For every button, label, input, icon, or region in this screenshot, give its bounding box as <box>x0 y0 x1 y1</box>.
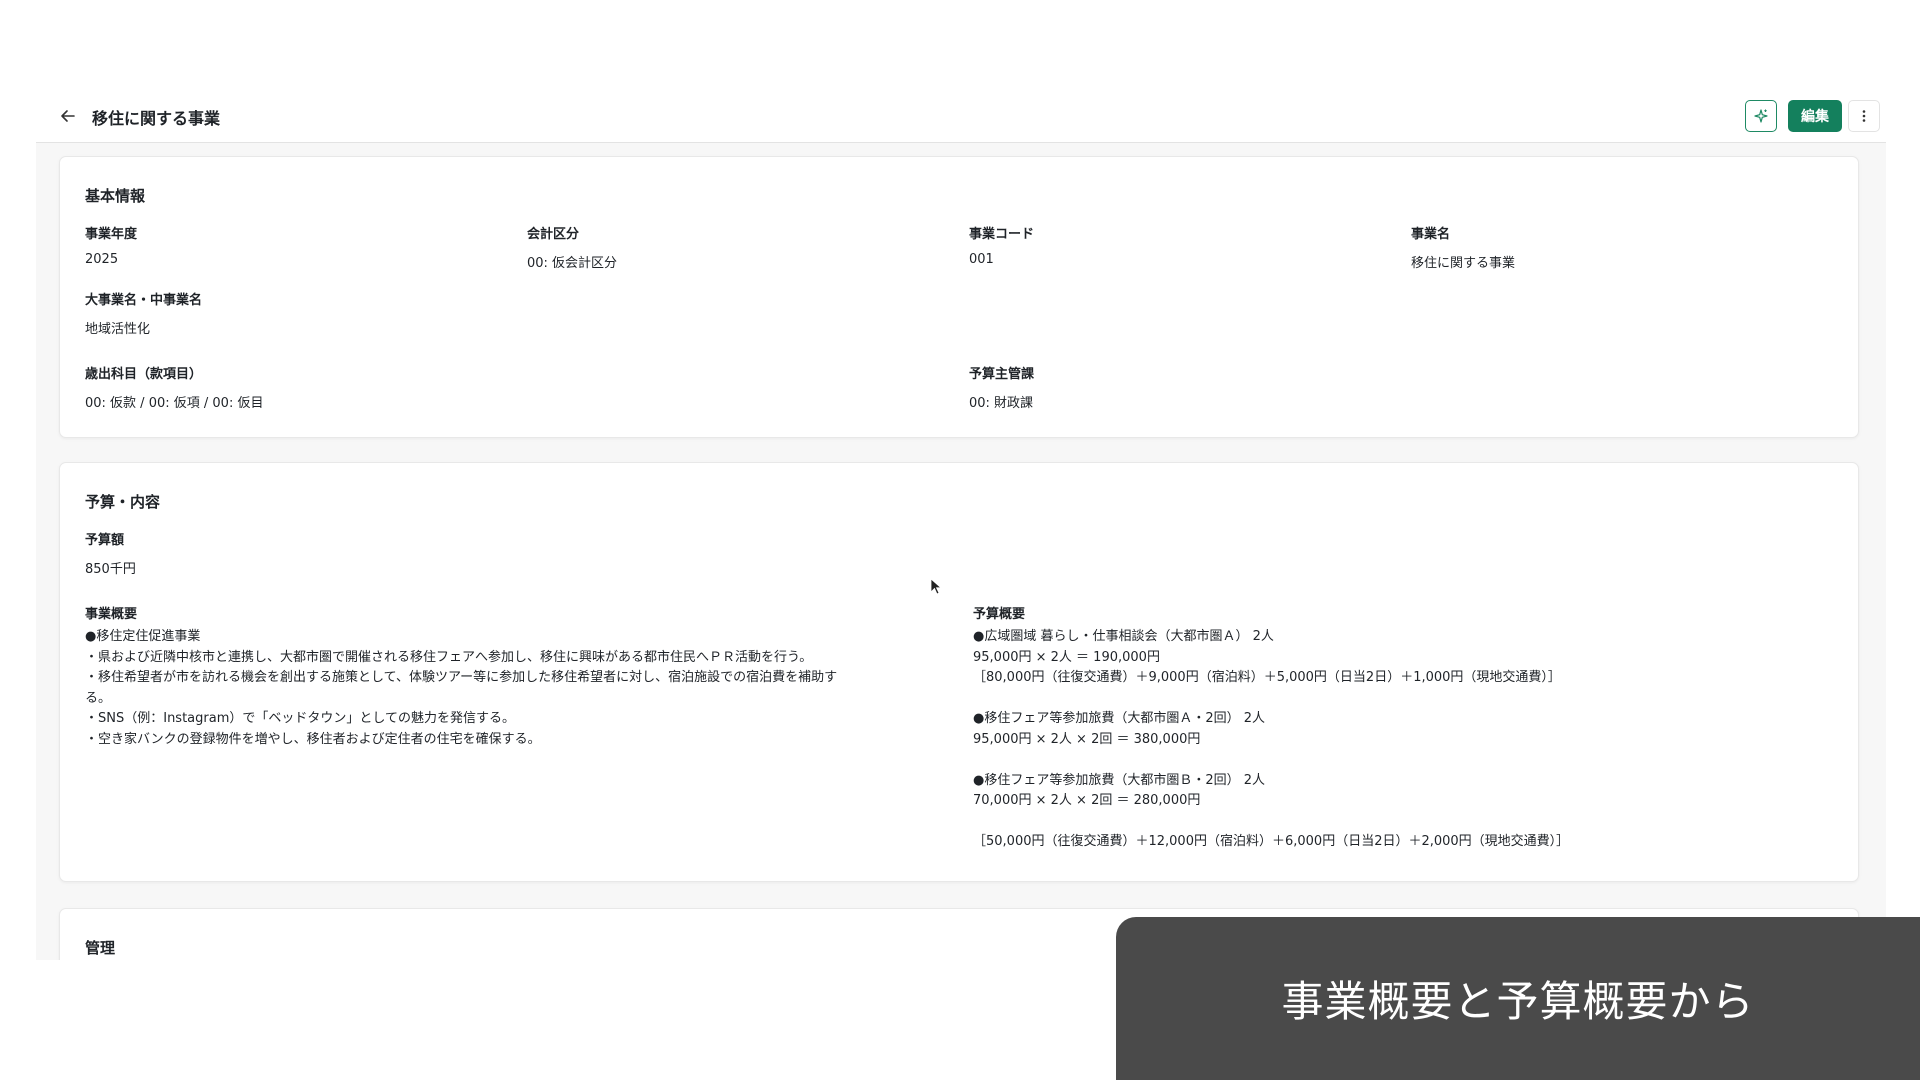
budget-summary-text: ●広域圏域 暮らし・仕事相談会（大都市圏Ａ） 2人 95,000円 × 2人 ＝… <box>973 627 1569 853</box>
expenditure-value: 00: 仮款 / 00: 仮項 / 00: 仮目 <box>85 396 264 411</box>
summary-line: ［50,000円（往復交通費）＋12,000円（宿泊料）＋6,000円（日当2日… <box>973 834 1570 849</box>
caption-overlay: 事業概要と予算概要から <box>1116 917 1920 1080</box>
overview-label: 事業概要 <box>85 607 138 622</box>
header-bar: 移住に関する事業 編集 <box>36 90 1886 143</box>
budget-summary-label: 予算概要 <box>973 607 1026 622</box>
overview-line: る。 <box>85 690 112 706</box>
accounting-label: 会計区分 <box>527 227 580 242</box>
fiscal-year-label: 事業年度 <box>85 227 138 242</box>
section-title: 管理 <box>85 939 116 957</box>
page-title: 移住に関する事業 <box>92 109 221 128</box>
summary-line: ●移住フェア等参加旅費（大都市圏Ｂ・2回） 2人 <box>973 772 1266 788</box>
budget-dept-value: 00: 財政課 <box>969 396 1034 411</box>
budget-content-card: 予算・内容 予算額 850千円 事業概要 ●移住定住促進事業 ・県および近隣中核… <box>59 462 1859 882</box>
project-code-value: 001 <box>969 252 994 267</box>
section-title: 基本情報 <box>85 187 146 205</box>
budget-dept-label: 予算主管課 <box>969 367 1035 382</box>
expenditure-label: 歳出科目（款項目） <box>85 367 203 382</box>
major-project-value: 地域活性化 <box>85 322 151 337</box>
overview-text: ●移住定住促進事業 ・県および近隣中核市と連携し、大都市圏で開催される移住フェア… <box>85 627 837 750</box>
summary-line: 70,000円 × 2人 × 2回 ＝ 280,000円 <box>973 793 1201 808</box>
major-project-label: 大事業名・中事業名 <box>85 293 203 308</box>
more-options-button[interactable] <box>1848 100 1880 132</box>
overview-line: ・SNS（例：Instagram）で「ベッドタウン」としての魅力を発信する。 <box>85 711 515 726</box>
project-name-value: 移住に関する事業 <box>1411 256 1516 271</box>
sparkle-icon <box>1754 109 1768 123</box>
caption-text: 事業概要と予算概要から <box>1281 977 1755 1026</box>
summary-line: ●移住フェア等参加旅費（大都市圏Ａ・2回） 2人 <box>973 711 1266 726</box>
project-name-label: 事業名 <box>1411 227 1451 242</box>
summary-line: ［80,000円（往復交通費）＋9,000円（宿泊料）＋5,000円（日当2日）… <box>973 670 1561 685</box>
accounting-value: 00: 仮会計区分 <box>527 256 618 271</box>
summary-line: ●広域圏域 暮らし・仕事相談会（大都市圏Ａ） 2人 <box>973 629 1274 644</box>
ai-assist-button[interactable] <box>1745 100 1777 132</box>
summary-line <box>973 750 1569 771</box>
overview-line: ・移住希望者が市を訪れる機会を創出する施策として、体験ツアー等に参加した移住希望… <box>85 670 838 685</box>
summary-line: 95,000円 × 2人 ＝ 190,000円 <box>973 649 1160 665</box>
summary-line <box>973 812 1569 833</box>
overview-line: ・県および近隣中核市と連携し、大都市圏で開催される移住フェアへ参加し、移住に興味… <box>85 649 813 665</box>
more-vertical-icon <box>1862 110 1866 122</box>
section-title: 予算・内容 <box>85 493 161 511</box>
arrow-left-icon[interactable] <box>58 106 78 126</box>
budget-amount-label: 予算額 <box>85 533 125 548</box>
summary-line: 95,000円 × 2人 × 2回 ＝ 380,000円 <box>973 731 1201 747</box>
main-window: 移住に関する事業 編集 基本情報 事業年度 2025 会計区分 00: 仮会計区… <box>36 90 1886 960</box>
mouse-cursor-icon <box>930 578 942 595</box>
edit-button[interactable]: 編集 <box>1788 100 1842 132</box>
budget-amount-value: 850千円 <box>85 562 136 577</box>
fiscal-year-value: 2025 <box>85 252 119 267</box>
summary-line <box>973 689 1569 710</box>
overview-line: ・空き家バンクの登録物件を増やし、移住者および定住者の住宅を確保する。 <box>85 731 541 747</box>
project-code-label: 事業コード <box>969 227 1035 242</box>
overview-line: ●移住定住促進事業 <box>85 629 201 644</box>
basic-info-card: 基本情報 事業年度 2025 会計区分 00: 仮会計区分 事業コード 001 … <box>59 156 1859 438</box>
